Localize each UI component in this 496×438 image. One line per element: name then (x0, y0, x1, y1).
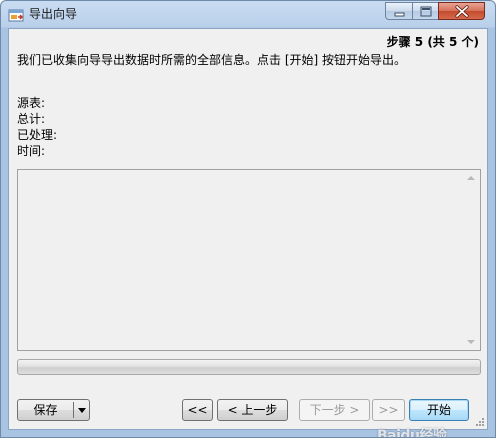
time-label: 时间: (17, 144, 46, 158)
next-step-button[interactable]: 下一步 > (299, 399, 370, 421)
log-output-box[interactable] (17, 169, 481, 351)
maximize-button[interactable] (412, 2, 439, 20)
minimize-button[interactable] (385, 2, 413, 20)
step-indicator: 步骤 5 (共 5 个) (386, 35, 479, 49)
save-split-button[interactable]: 保存 (17, 399, 90, 421)
scroll-down-icon[interactable] (467, 340, 475, 344)
log-scrollbar[interactable] (463, 170, 480, 350)
source-table-label: 源表: (17, 96, 46, 110)
watermark-text: Baidu经验 (377, 428, 447, 438)
minimize-icon (394, 12, 405, 17)
split-divider (73, 402, 74, 418)
first-step-button[interactable]: << (182, 399, 213, 421)
start-button[interactable]: 开始 (409, 399, 469, 421)
previous-step-button[interactable]: < 上一步 (217, 399, 288, 421)
wizard-body: 步骤 5 (共 5 个) 我们已收集向导导出数据时所需的全部信息。点击 [开始]… (8, 28, 488, 437)
export-progress-bar (17, 359, 481, 375)
total-label: 总计: (17, 112, 46, 126)
intro-text: 我们已收集向导导出数据时所需的全部信息。点击 [开始] 按钮开始导出。 (17, 53, 406, 67)
save-button[interactable]: 保存 (18, 400, 73, 420)
last-step-button[interactable]: >> (372, 399, 405, 421)
close-icon (455, 5, 469, 18)
close-button[interactable] (438, 2, 485, 20)
window-title: 导出向导 (29, 7, 78, 21)
scroll-up-icon[interactable] (467, 176, 475, 180)
processed-label: 已处理: (17, 128, 58, 142)
chevron-down-icon[interactable] (78, 408, 86, 413)
title-bar[interactable]: 导出向导 (1, 1, 495, 28)
resize-grip-icon[interactable] (475, 417, 485, 427)
maximize-icon (420, 6, 432, 17)
export-wizard-icon (8, 7, 24, 23)
export-wizard-window: 导出向导 步骤 5 (共 5 个) 我们已收集向导导出数据时所需的全部信息。点击… (0, 0, 496, 438)
